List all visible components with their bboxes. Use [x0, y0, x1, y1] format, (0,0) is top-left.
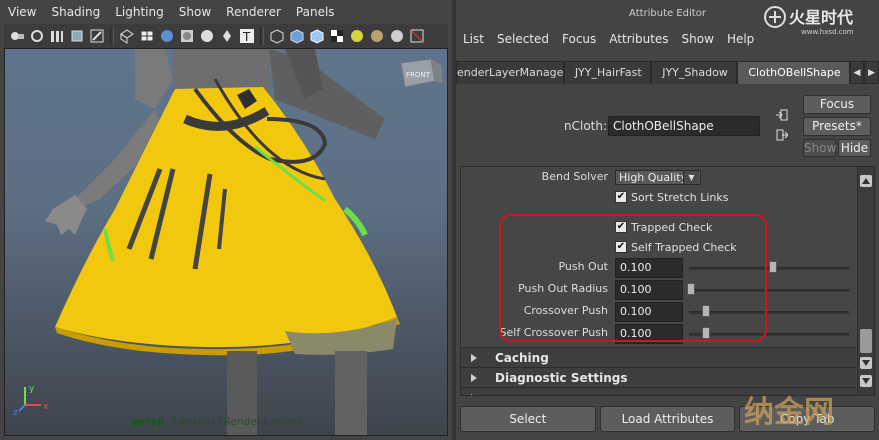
grid-icon[interactable] — [138, 27, 156, 45]
menu-panels[interactable]: Panels — [288, 0, 342, 24]
input-connection-icon[interactable] — [776, 108, 788, 122]
menu-list[interactable]: List — [456, 32, 490, 46]
push-out-slider-handle[interactable] — [769, 261, 777, 273]
menu-show[interactable]: Show — [171, 0, 218, 24]
toolbar-separator — [260, 27, 264, 45]
viewport-panel: View Shading Lighting Show Renderer Pane… — [0, 0, 452, 440]
section-caching[interactable]: Caching — [461, 347, 856, 367]
right-leg — [335, 351, 367, 435]
bookmark-icon[interactable] — [48, 27, 66, 45]
textured-icon[interactable] — [198, 27, 216, 45]
menu-attributes[interactable]: Attributes — [602, 32, 674, 46]
focus-button[interactable]: Focus — [803, 95, 871, 114]
camera-name: persp — [131, 415, 165, 428]
show-button[interactable]: Show — [803, 139, 836, 157]
attribute-scrollbar[interactable] — [857, 167, 874, 395]
menu-renderer[interactable]: Renderer — [218, 0, 288, 24]
presets-button[interactable]: Presets* — [803, 117, 871, 136]
node-tabs: enderLayerManager JYY_HairFast JYY_Shado… — [456, 61, 879, 84]
svg-text:纳金网: 纳金网 — [744, 395, 834, 430]
check-icon[interactable]: ✔ — [615, 191, 627, 203]
shadows-sphere-icon[interactable] — [368, 27, 386, 45]
scroll-up-icon[interactable] — [860, 175, 872, 187]
expand-arrow-icon[interactable] — [471, 353, 477, 362]
attribute-editor: Attribute Editor 火星时代 www.hxsd.com List … — [456, 0, 879, 440]
expand-arrow-icon[interactable] — [471, 393, 477, 395]
axis-gizmo-icon: y x z — [13, 384, 49, 418]
bend-solver-label: Bend Solver — [541, 170, 608, 183]
narkii-watermark-icon: 纳金网 — [744, 395, 834, 430]
scene-render: FRONT y x z — [13, 49, 443, 435]
attribute-editor-menubar: List Selected Focus Attributes Show Help — [456, 28, 879, 50]
wireframe-icon[interactable] — [118, 27, 136, 45]
node-type-label: nCloth: — [564, 119, 608, 133]
text-icon[interactable]: T — [238, 27, 256, 45]
menu-focus[interactable]: Focus — [555, 32, 602, 46]
sort-stretch-links-label: Sort Stretch Links — [631, 190, 729, 204]
tab-scroll-left-icon[interactable]: ◀ — [849, 61, 865, 84]
image-plane-icon[interactable] — [68, 27, 86, 45]
svg-text:火星时代: 火星时代 — [789, 8, 853, 27]
hide-button[interactable]: Hide — [838, 139, 871, 157]
tab-cloth-bell-shape[interactable]: ClothOBellShape — [737, 61, 850, 84]
chevron-down-icon[interactable]: ▼ — [683, 171, 699, 184]
cube-textured-icon[interactable] — [308, 27, 326, 45]
scrollbar-thumb[interactable] — [860, 329, 872, 353]
tab-render-layer-manager[interactable]: enderLayerManager — [456, 61, 564, 84]
left-arm-upper — [135, 49, 173, 109]
toolbar-separator — [110, 27, 114, 45]
cube-shaded-icon[interactable] — [288, 27, 306, 45]
ambient-sphere-icon[interactable] — [388, 27, 406, 45]
svg-text:FRONT: FRONT — [406, 71, 431, 79]
menu-selected[interactable]: Selected — [490, 32, 555, 46]
tab-scroll-right-icon[interactable]: ▶ — [864, 61, 879, 84]
load-attributes-button[interactable]: Load Attributes — [599, 406, 736, 432]
menu-lighting[interactable]: Lighting — [107, 0, 171, 24]
menu-view[interactable]: View — [0, 0, 43, 24]
lights-sphere-icon[interactable] — [348, 27, 366, 45]
cube-wire-icon[interactable] — [268, 27, 286, 45]
tab-jyy-hairfast[interactable]: JYY_HairFast — [563, 61, 652, 84]
viewport-menubar: View Shading Lighting Show Renderer Pane… — [0, 0, 452, 24]
shaded-icon[interactable] — [178, 27, 196, 45]
grease-pencil-icon[interactable] — [88, 27, 106, 45]
section-diagnostic-settings[interactable]: Diagnostic Settings — [461, 367, 856, 387]
menu-show[interactable]: Show — [675, 32, 720, 46]
menu-shading[interactable]: Shading — [43, 0, 107, 24]
menu-help[interactable]: Help — [720, 32, 760, 46]
output-connection-icon[interactable] — [776, 128, 788, 142]
bend-solver-value: High Quality — [619, 171, 688, 184]
smooth-shade-icon[interactable] — [158, 27, 176, 45]
render-layer-name: (defaultRenderLayer) — [170, 415, 304, 428]
attribute-scroll-area[interactable]: Bend Solver High Quality ▼ ✔ Sort Stretc… — [460, 166, 875, 396]
section-caching-label: Caching — [495, 350, 549, 365]
expand-arrow-icon[interactable] — [471, 373, 477, 382]
select-button[interactable]: Select — [460, 406, 596, 432]
node-header: nCloth: Focus Presets* Show Hide — [456, 88, 879, 158]
scroll-down-icon[interactable] — [860, 357, 872, 369]
svg-text:z: z — [13, 408, 18, 418]
view-cube-icon[interactable]: FRONT — [400, 58, 443, 88]
svg-text:x: x — [43, 402, 49, 412]
checker-icon[interactable] — [328, 27, 346, 45]
viewport-canvas[interactable]: FRONT y x z persp (defaultRenderLayer) — [4, 48, 448, 436]
section-diagnostic-label: Diagnostic Settings — [495, 370, 628, 385]
viewport-toolbar: T — [4, 24, 448, 48]
svg-text:T: T — [242, 30, 251, 44]
camera-attributes-icon[interactable] — [28, 27, 46, 45]
light-icon[interactable] — [218, 27, 236, 45]
scroll-down-icon[interactable] — [860, 375, 872, 387]
tab-jyy-shadow[interactable]: JYY_Shadow — [651, 61, 738, 84]
svg-text:y: y — [29, 384, 35, 394]
sort-stretch-links-row[interactable]: ✔ Sort Stretch Links — [615, 188, 728, 206]
annotation-highlight-box — [499, 214, 767, 342]
isolate-select-icon[interactable] — [408, 27, 426, 45]
camera-label: persp (defaultRenderLayer) — [131, 415, 303, 428]
select-camera-icon[interactable] — [8, 27, 26, 45]
node-name-input[interactable] — [608, 116, 760, 136]
